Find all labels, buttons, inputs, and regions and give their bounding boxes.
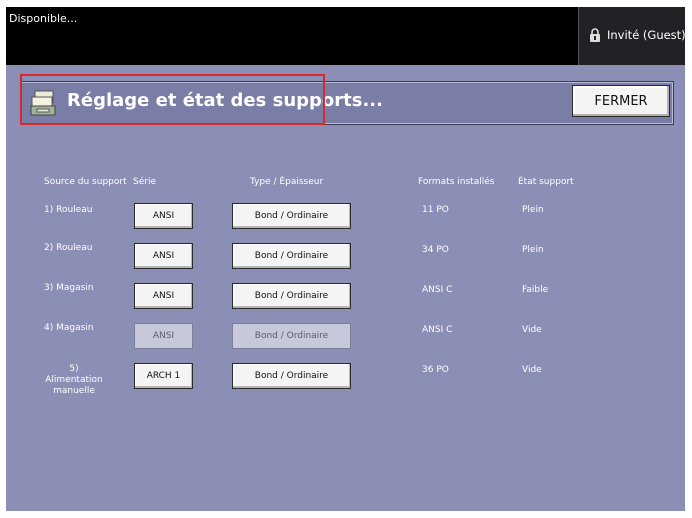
user-login-button[interactable]: Invité (Guest) [578,7,686,65]
row-1-type-button[interactable]: Bond / Ordinaire [232,203,351,229]
row-3-formats: ANSI C [422,285,453,295]
row-4-type-button: Bond / Ordinaire [232,323,351,349]
row-2-serie-button[interactable]: ANSI [134,243,193,269]
row-3-type-button[interactable]: Bond / Ordinaire [232,283,351,309]
row-5-etat: Vide [522,365,542,375]
row-1-source: 1) Rouleau [44,205,93,215]
row-3-serie-button[interactable]: ANSI [134,283,193,309]
row-3-source: 3) Magasin [44,283,94,293]
column-header-formats: Formats installés [418,177,495,187]
row-3-etat: Faible [522,285,549,295]
row-5-serie-button[interactable]: ARCH 1 [134,363,193,389]
row-5-source-line2: manuelle [53,386,95,396]
row-2-formats: 34 PO [422,245,449,255]
row-5-formats: 36 PO [422,365,449,375]
row-1-formats: 11 PO [422,205,449,215]
close-button[interactable]: FERMER [572,85,670,117]
row-2-source: 2) Rouleau [44,243,93,253]
row-2-type-button[interactable]: Bond / Ordinaire [232,243,351,269]
row-1-serie-button[interactable]: ANSI [134,203,193,229]
user-label: Invité (Guest) [607,28,686,42]
row-5-source: 5) Alimentation manuelle [44,364,104,397]
row-4-formats: ANSI C [422,325,453,335]
column-header-etat: État support [518,177,574,187]
machine-status: Disponible... [9,12,78,25]
top-bar: Disponible... Invité (Guest) [6,7,686,65]
row-5-type-button[interactable]: Bond / Ordinaire [232,363,351,389]
row-4-source: 4) Magasin [44,323,94,333]
lock-icon [590,28,600,42]
main-screen: Disponible... Invité (Guest) Réglage et … [6,7,686,511]
row-2-etat: Plein [522,245,544,255]
title-highlight-box [20,74,325,125]
column-header-type: Type / Épaisseur [250,177,324,187]
column-header-source: Source du support [44,177,127,187]
row-4-etat: Vide [522,325,542,335]
row-5-source-line1: 5) Alimentation [45,364,103,385]
row-1-etat: Plein [522,205,544,215]
column-header-serie: Série [133,177,156,187]
row-4-serie-button: ANSI [134,323,193,349]
